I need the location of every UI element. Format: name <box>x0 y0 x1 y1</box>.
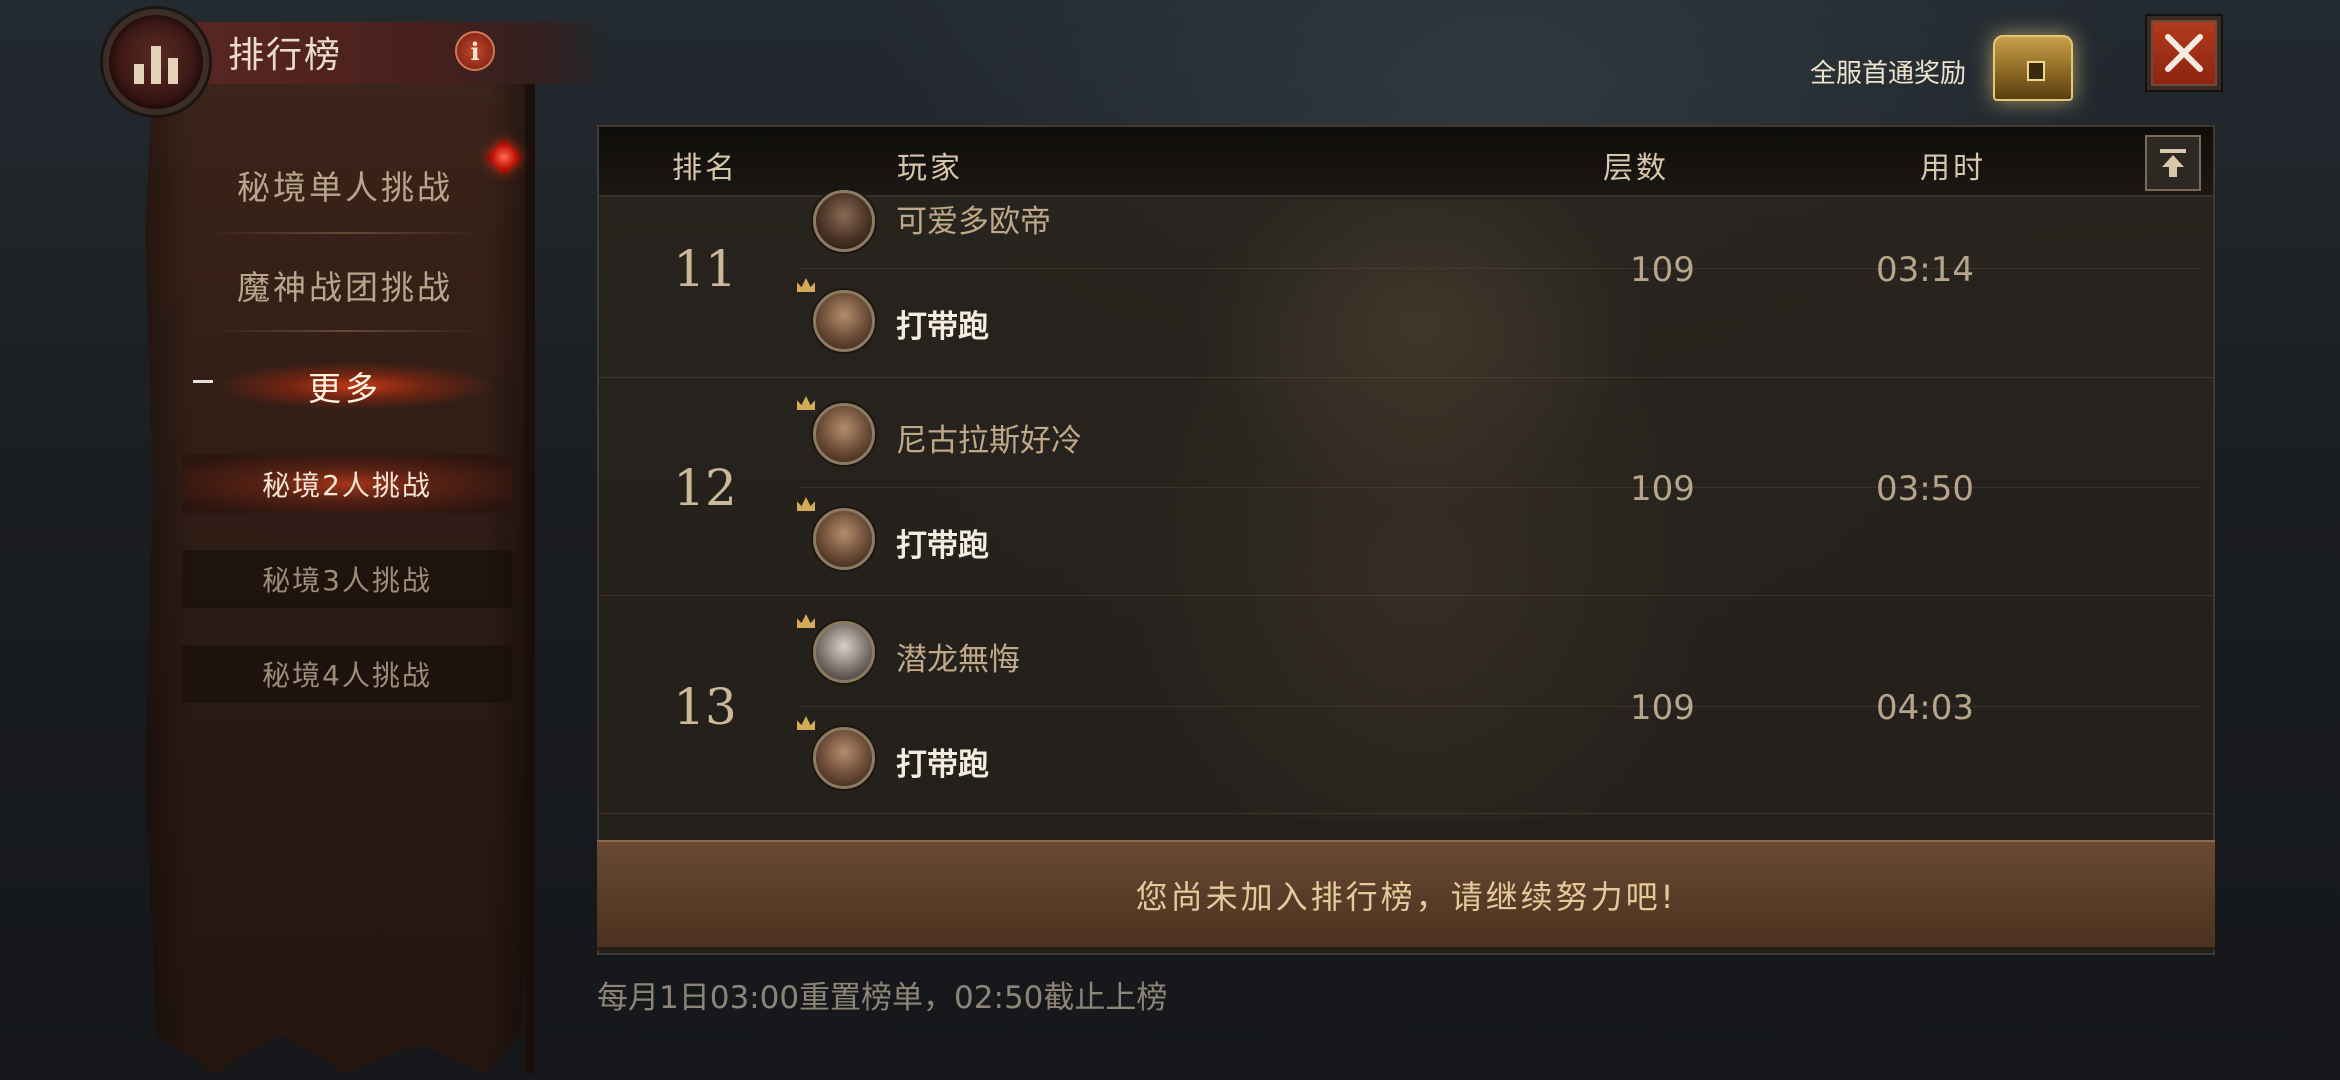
player-name: 可爱多欧帝 <box>896 204 1051 240</box>
player-name: 打带跑 <box>896 309 989 345</box>
player-name: 潜龙無悔 <box>896 642 1020 678</box>
rank-number: 11 <box>673 240 737 298</box>
notice-text: 您尚未加入排行榜，请继续努力吧! <box>1135 877 1677 916</box>
row-divider <box>800 706 2200 707</box>
sidebar-edge <box>525 84 535 1074</box>
not-ranked-notice: 您尚未加入排行榜，请继续努力吧! <box>597 840 2215 950</box>
avatar <box>813 190 875 252</box>
avatar <box>813 290 875 352</box>
sidebar-subitem-duo-challenge[interactable]: 秘境2人挑战 <box>182 455 512 513</box>
layers-value: 109 <box>1630 469 1695 509</box>
close-icon <box>2165 34 2203 72</box>
layers-value: 109 <box>1630 688 1695 728</box>
avatar <box>813 727 875 789</box>
ranking-badge-icon <box>103 9 209 115</box>
avatar <box>813 403 875 465</box>
collapse-indicator-icon <box>193 380 213 383</box>
rank-number: 13 <box>673 678 737 736</box>
row-divider <box>800 487 2200 488</box>
time-value: 03:50 <box>1876 469 1974 509</box>
sidebar-item-solo-challenge[interactable]: 秘境单人挑战 <box>175 152 515 218</box>
player-name: 打带跑 <box>896 747 989 783</box>
player-name: 尼古拉斯好冷 <box>896 423 1082 459</box>
menu-divider <box>205 330 485 332</box>
menu-divider <box>205 232 485 234</box>
player-name: 打带跑 <box>896 528 989 564</box>
sidebar-item-team-challenge[interactable]: 魔神战团挑战 <box>175 252 515 318</box>
close-button[interactable] <box>2147 16 2221 90</box>
reset-schedule-text: 每月1日03:00重置榜单，02:50截止上榜 <box>597 980 1168 1016</box>
avatar <box>813 508 875 570</box>
row-divider <box>800 268 2200 269</box>
sidebar-item-more[interactable]: 更多 <box>280 360 410 412</box>
time-value: 04:03 <box>1876 688 1974 728</box>
layers-value: 109 <box>1630 250 1695 290</box>
avatar <box>813 621 875 683</box>
first-clear-reward-label[interactable]: 全服首通奖励 <box>1810 53 1966 90</box>
info-button[interactable]: i <box>455 31 495 71</box>
treasure-chest-icon[interactable] <box>1993 35 2073 101</box>
sidebar-subitem-trio-challenge[interactable]: 秘境3人挑战 <box>182 550 512 608</box>
rank-number: 12 <box>673 459 737 517</box>
sidebar-subitem-quad-challenge[interactable]: 秘境4人挑战 <box>182 645 512 703</box>
page-title: 排行榜 <box>228 35 343 76</box>
time-value: 03:14 <box>1876 250 1974 290</box>
